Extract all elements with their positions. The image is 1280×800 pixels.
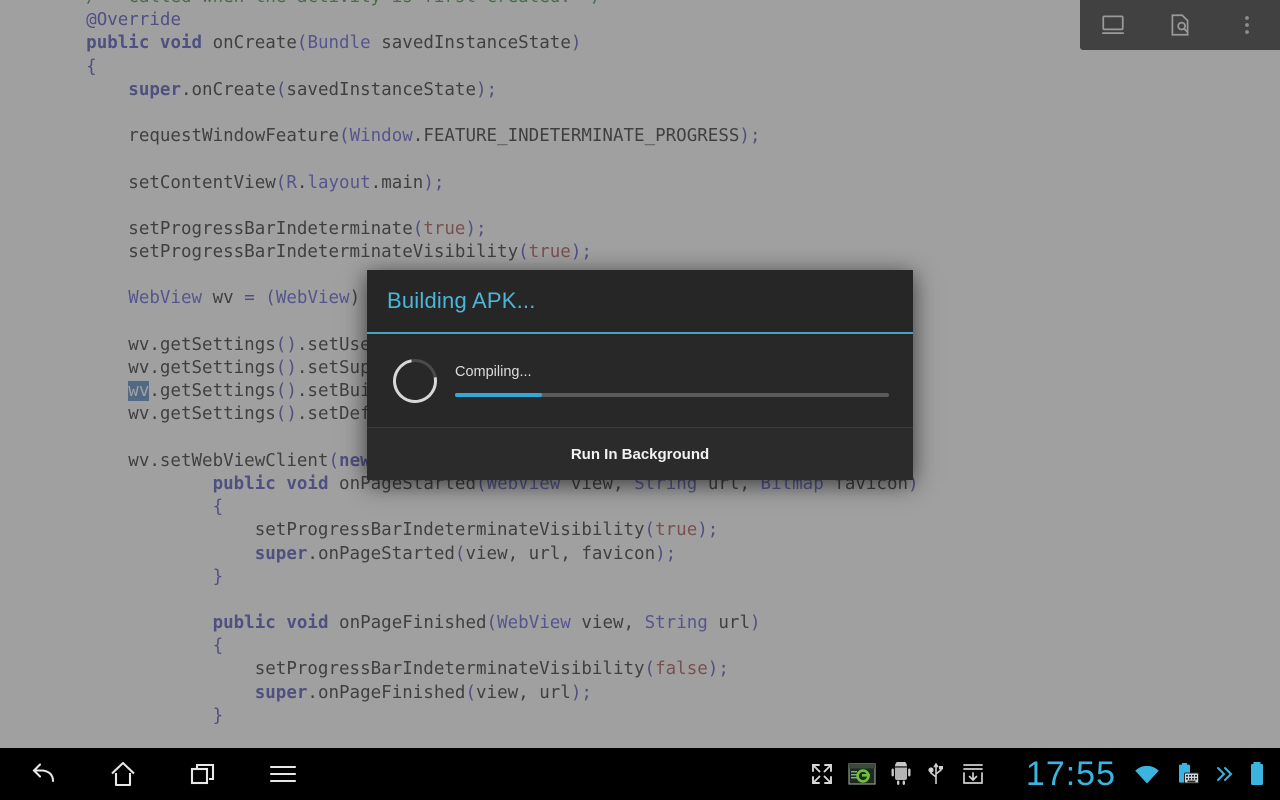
run-in-background-button[interactable]: Run In Background <box>367 428 913 480</box>
code-line: setProgressBarIndeterminateVisibility(tr… <box>44 520 719 541</box>
chevrons-right-icon[interactable] <box>1214 764 1234 784</box>
dialog-title: Building APK... <box>387 288 536 313</box>
dialog-message: Compiling... <box>455 364 532 380</box>
keyboard-battery-icon[interactable] <box>1174 762 1200 786</box>
code-line: setProgressBarIndeterminateVisibility(tr… <box>44 242 592 263</box>
code-line: super.onPageFinished(view, url); <box>254 682 592 703</box>
download-icon[interactable] <box>960 762 986 786</box>
usb-icon[interactable] <box>926 761 946 787</box>
nav-buttons <box>0 748 312 800</box>
status-clock[interactable]: 17:55 <box>1026 755 1116 794</box>
back-icon[interactable] <box>14 748 72 800</box>
android-tablet-screen: /** Called when the activity is first cr… <box>0 0 1280 800</box>
monitor-icon[interactable] <box>1086 0 1140 50</box>
run-in-background-label: Run In Background <box>570 445 710 463</box>
menu-icon[interactable] <box>254 748 312 800</box>
indeterminate-spinner-icon <box>384 349 446 412</box>
status-tray: 17:55 <box>810 755 1280 794</box>
progress-area: Compiling... <box>455 364 893 397</box>
code-line: } <box>212 566 224 587</box>
home-icon[interactable] <box>94 748 152 800</box>
code-line: public void onPageFinished(WebView view,… <box>212 613 761 634</box>
overflow-menu-icon[interactable] <box>1220 0 1274 50</box>
code-line: { <box>212 497 224 518</box>
code-line: { <box>212 636 224 657</box>
android-debug-icon[interactable] <box>890 762 912 786</box>
wifi-icon[interactable] <box>1134 763 1160 785</box>
progress-bar-fill <box>455 393 542 397</box>
code-line: setProgressBarIndeterminate(true); <box>44 218 487 239</box>
system-navigation-bar: 17:55 <box>0 748 1280 800</box>
battery-icon[interactable] <box>1248 761 1266 787</box>
selected-token[interactable]: wv <box>128 381 150 402</box>
dialog-title-bar: Building APK... <box>367 270 913 334</box>
code-line: } <box>212 705 224 726</box>
dialog-body: Compiling... <box>367 334 913 428</box>
building-apk-dialog: Building APK... Compiling... Run In Back… <box>367 270 913 480</box>
code-line: setProgressBarIndeterminateVisibility(fa… <box>44 659 729 680</box>
code-line: requestWindowFeature(Window.FEATURE_INDE… <box>44 126 761 147</box>
code-line: { <box>86 56 97 77</box>
fullscreen-expand-icon[interactable] <box>810 762 834 786</box>
progress-bar <box>455 393 889 397</box>
recents-icon[interactable] <box>174 748 232 800</box>
floating-toolbar <box>1080 0 1280 50</box>
code-line: super.onCreate(savedInstanceState); <box>128 79 498 100</box>
code-line: setContentView(R.layout.main); <box>44 172 445 193</box>
code-line: super.onPageStarted(view, url, favicon); <box>254 543 677 564</box>
file-search-icon[interactable] <box>1153 0 1207 50</box>
app-notification-icon[interactable] <box>848 762 876 786</box>
